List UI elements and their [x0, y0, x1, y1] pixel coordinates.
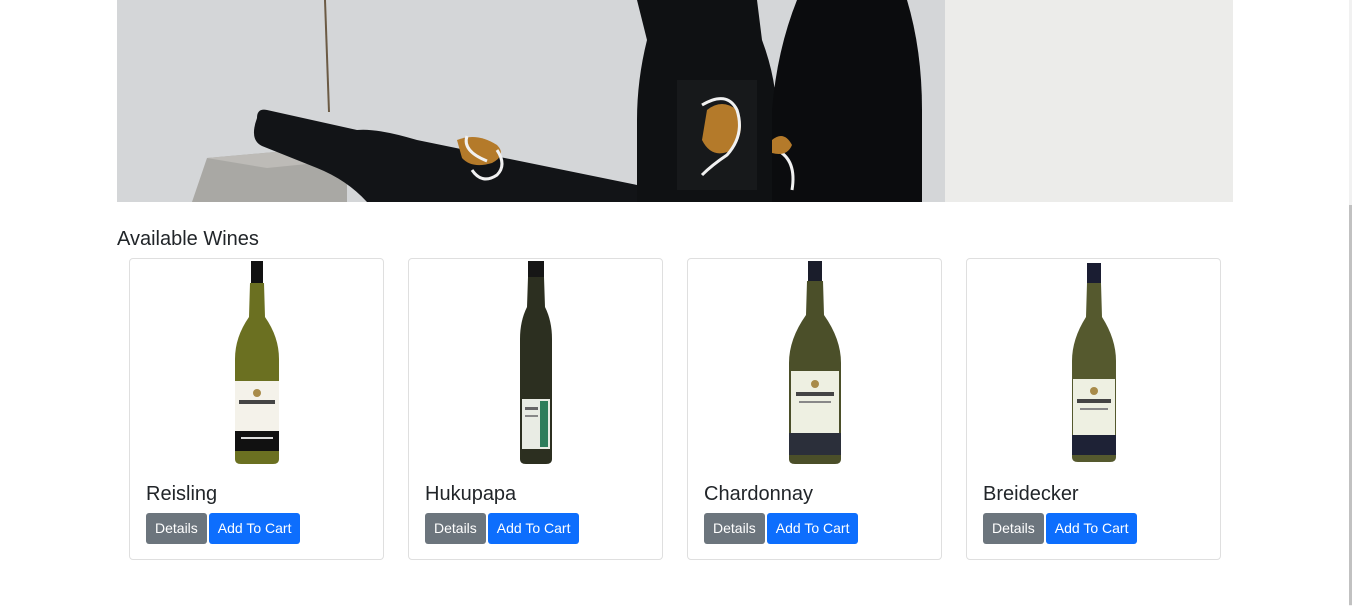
add-to-cart-button[interactable]: Add To Cart: [487, 513, 580, 544]
wine-bottle-image: [130, 259, 383, 469]
wine-bottle-image: [409, 259, 662, 469]
add-to-cart-button[interactable]: Add To Cart: [766, 513, 859, 544]
add-to-cart-button[interactable]: Add To Cart: [1045, 513, 1138, 544]
details-button[interactable]: Details: [425, 513, 486, 544]
wine-name: Reisling: [146, 483, 218, 505]
page: Available Wines Reisling Details Add To …: [0, 0, 1352, 606]
wine-name: Chardonnay: [704, 483, 813, 505]
wine-name: Hukupapa: [425, 483, 517, 505]
wine-card: Chardonnay Details Add To Cart: [687, 258, 942, 560]
wine-card: Reisling Details Add To Cart: [129, 258, 384, 560]
wine-card-list: Reisling Details Add To Cart Hukupapa De…: [129, 258, 1221, 560]
wine-card: Hukupapa Details Add To Cart: [408, 258, 663, 560]
wine-card-actions: Details Add To Cart: [146, 513, 301, 544]
details-button[interactable]: Details: [146, 513, 207, 544]
hero-banner-image: [117, 0, 1233, 202]
section-title: Available Wines: [117, 228, 259, 250]
add-to-cart-button[interactable]: Add To Cart: [208, 513, 301, 544]
wine-card-actions: Details Add To Cart: [704, 513, 859, 544]
wine-card-actions: Details Add To Cart: [983, 513, 1138, 544]
wine-card-actions: Details Add To Cart: [425, 513, 580, 544]
details-button[interactable]: Details: [704, 513, 765, 544]
wine-card: Breidecker Details Add To Cart: [966, 258, 1221, 560]
wine-name: Breidecker: [983, 483, 1079, 505]
wine-bottle-image: [688, 259, 941, 469]
details-button[interactable]: Details: [983, 513, 1044, 544]
wine-bottle-image: [967, 259, 1220, 469]
